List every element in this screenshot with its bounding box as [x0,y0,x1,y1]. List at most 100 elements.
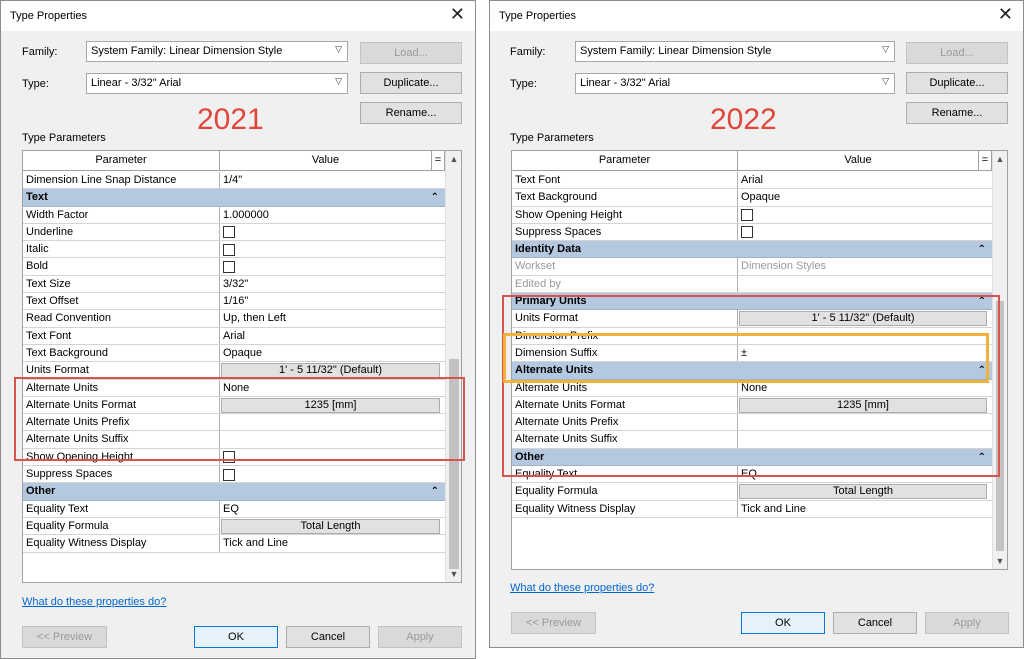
group-header-alternate-units[interactable]: Alternate Units ⌃ [512,362,992,380]
param-value[interactable] [220,431,445,447]
param-row-units-format[interactable]: Units Format 1' - 5 11/32" (Default) [23,362,445,380]
param-value[interactable]: Arial [738,172,992,188]
param-row-equality-text[interactable]: Equality Text EQ [512,466,992,484]
param-value[interactable]: 1/16" [220,293,445,309]
param-row-show-opening-height[interactable]: Show Opening Height [23,448,445,467]
ok-button[interactable]: OK [741,612,825,634]
param-row-dimension-prefix[interactable]: Dimension Prefix [512,327,992,345]
param-row-alternate-units-suffix[interactable]: Alternate Units Suffix [512,431,992,449]
preview-button[interactable]: << Preview [511,612,596,634]
param-row-suppress-spaces[interactable]: Suppress Spaces [512,223,992,242]
chevron-down-icon[interactable]: ▼ [446,569,461,579]
param-value-button[interactable]: 1' - 5 11/32" (Default) [221,363,440,379]
duplicate-button[interactable]: Duplicate... [906,72,1008,94]
param-row-units-format[interactable]: Units Format 1' - 5 11/32" (Default) [512,310,992,328]
rename-button[interactable]: Rename... [360,102,462,124]
family-dropdown[interactable]: System Family: Linear Dimension Style ▽ [86,41,348,62]
param-value[interactable] [738,431,992,447]
param-value-button[interactable]: 1235 [mm] [221,397,440,413]
param-row-equality-formula[interactable]: Equality Formula Total Length [512,483,992,501]
group-header-identity-data[interactable]: Identity Data ⌃ [512,241,992,259]
param-row-alternate-units[interactable]: Alternate Units None [23,379,445,397]
double-chevron-up-icon[interactable]: ⌃ [978,362,986,379]
ok-button[interactable]: OK [194,626,278,648]
param-value[interactable]: 1/4" [220,172,445,188]
duplicate-button[interactable]: Duplicate... [360,72,462,94]
checkbox[interactable] [223,261,235,274]
param-row-text-font[interactable]: Text Font Arial [23,327,445,345]
param-value[interactable] [738,328,992,344]
param-row-show-opening-height[interactable]: Show Opening Height [512,206,992,224]
close-icon[interactable]: ✕ [450,5,465,23]
param-row-alternate-units-format[interactable]: Alternate Units Format 1235 [mm] [512,396,992,415]
param-row-equality-witness-display[interactable]: Equality Witness Display Tick and Line [512,500,992,518]
param-row-text-offset[interactable]: Text Offset 1/16" [23,293,445,311]
param-value[interactable]: Tick and Line [738,501,992,517]
param-row-edited-by[interactable]: Edited by [512,275,992,294]
param-value[interactable]: 1.000000 [220,207,445,223]
param-value[interactable]: ± [738,345,992,361]
grid-scrollbar[interactable]: ▲ ▼ [445,151,461,582]
param-value[interactable]: Opaque [738,189,992,205]
type-dropdown[interactable]: Linear - 3/32" Arial ▽ [86,73,348,94]
chevron-up-icon[interactable]: ▲ [446,154,461,164]
param-value[interactable] [738,414,992,430]
checkbox[interactable] [223,226,235,239]
checkbox[interactable] [223,468,235,481]
family-dropdown[interactable]: System Family: Linear Dimension Style ▽ [575,41,895,62]
param-value[interactable]: Opaque [220,345,445,361]
scrollbar-thumb[interactable] [449,359,459,569]
param-row-workset[interactable]: Workset Dimension Styles [512,258,992,276]
apply-button[interactable]: Apply [378,626,462,648]
param-value[interactable]: Tick and Line [220,535,445,551]
param-row-text-background[interactable]: Text Background Opaque [23,344,445,363]
param-row-dimension-suffix[interactable]: Dimension Suffix ± [512,344,992,363]
param-row-equality-formula[interactable]: Equality Formula Total Length [23,517,445,536]
double-chevron-up-icon[interactable]: ⌃ [431,189,439,206]
group-header-primary-units[interactable]: Primary Units ⌃ [512,293,992,311]
param-row-equality-witness-display[interactable]: Equality Witness Display Tick and Line [23,535,445,553]
close-icon[interactable]: ✕ [998,5,1013,23]
header-value[interactable]: Value [220,151,432,171]
group-header-text[interactable]: Text ⌃ [23,189,445,207]
param-value-button[interactable]: Total Length [221,518,440,534]
param-row-italic[interactable]: Italic [23,241,445,259]
param-row-underline[interactable]: Underline [23,223,445,242]
chevron-down-icon[interactable]: ▼ [993,556,1007,566]
checkbox[interactable] [741,226,753,239]
param-value[interactable]: None [738,380,992,396]
param-value[interactable] [220,414,445,430]
double-chevron-up-icon[interactable]: ⌃ [978,449,986,466]
load-button[interactable]: Load... [906,42,1008,64]
preview-button[interactable]: << Preview [22,626,107,648]
chevron-up-icon[interactable]: ▲ [993,154,1007,164]
header-parameter[interactable]: Parameter [512,151,738,171]
param-row-equality-text[interactable]: Equality Text EQ [23,500,445,518]
checkbox[interactable] [223,451,235,464]
group-header-other[interactable]: Other ⌃ [23,483,445,501]
param-row-alternate-units-suffix[interactable]: Alternate Units Suffix [23,431,445,449]
type-dropdown[interactable]: Linear - 3/32" Arial ▽ [575,73,895,94]
param-value[interactable]: 3/32" [220,276,445,292]
checkbox[interactable] [741,209,753,222]
help-link[interactable]: What do these properties do? [22,596,166,608]
param-value-button[interactable]: Total Length [739,484,987,500]
grid-scrollbar[interactable]: ▲ ▼ [992,151,1007,569]
param-value[interactable]: None [220,380,445,396]
double-chevron-up-icon[interactable]: ⌃ [431,483,439,500]
param-row-text-background[interactable]: Text Background Opaque [512,189,992,207]
header-equals[interactable]: = [979,151,992,171]
param-row-suppress-spaces[interactable]: Suppress Spaces [23,466,445,484]
param-value-button[interactable]: 1' - 5 11/32" (Default) [739,311,987,327]
help-link[interactable]: What do these properties do? [510,582,654,594]
checkbox[interactable] [223,243,235,256]
group-header-other[interactable]: Other ⌃ [512,448,992,467]
param-row-bold[interactable]: Bold [23,258,445,276]
cancel-button[interactable]: Cancel [833,612,917,634]
param-row-text-size[interactable]: Text Size 3/32" [23,275,445,294]
param-row-alternate-units-format[interactable]: Alternate Units Format 1235 [mm] [23,396,445,415]
double-chevron-up-icon[interactable]: ⌃ [978,241,986,258]
double-chevron-up-icon[interactable]: ⌃ [978,293,986,310]
rename-button[interactable]: Rename... [906,102,1008,124]
apply-button[interactable]: Apply [925,612,1009,634]
